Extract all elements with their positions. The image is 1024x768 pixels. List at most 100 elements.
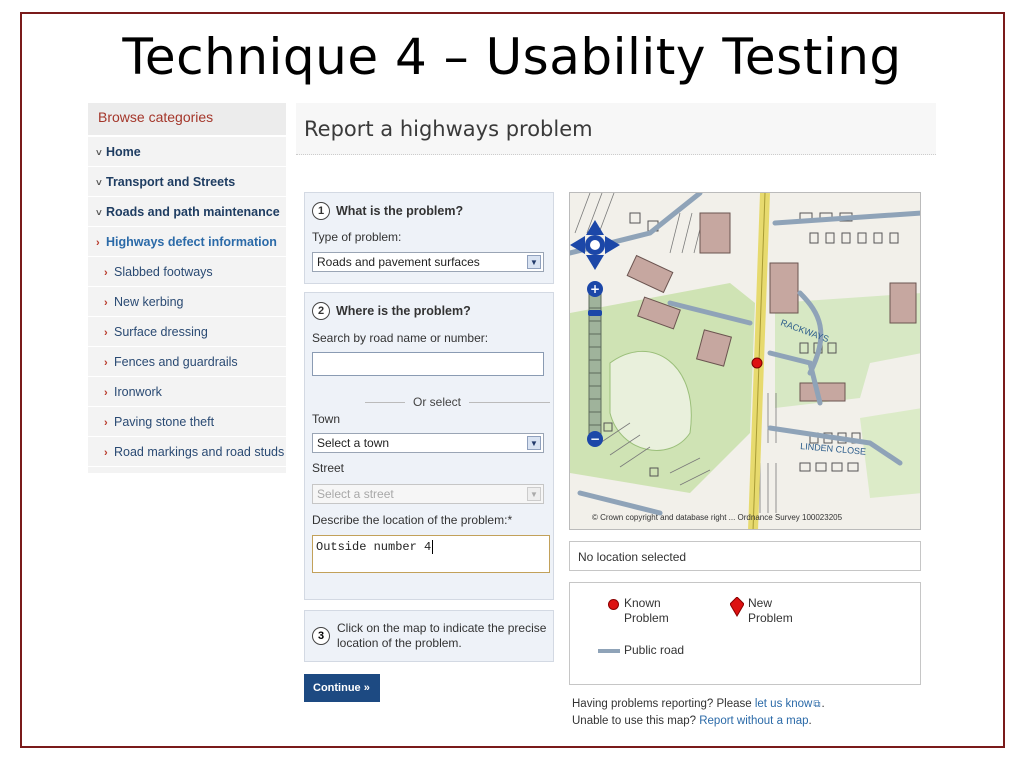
external-link-icon: ⧉ [813,699,821,710]
sidebar-item-label: Slabbed footways [114,265,213,279]
map-green-area [860,408,920,498]
sidebar-item-label: Home [106,145,141,159]
sidebar-item-highways-defect[interactable]: › Highways defect information [88,227,286,257]
sidebar-item-label: Ironwork [114,385,162,399]
street-select: Select a street ▼ [312,484,544,504]
chevron-right-icon: › [96,237,100,249]
sidebar-item-fences[interactable]: › Fences and guardrails [88,347,286,377]
help-text-span: Unable to use this map? [572,715,700,727]
help-text-span: . [821,698,825,710]
legend-public-road: Public road [624,643,685,657]
sidebar-item-label: Highways defect information [106,235,277,249]
continue-button[interactable]: Continue » [304,674,380,702]
svg-text:+: + [590,282,600,296]
or-select-divider: Or select [365,395,550,409]
step-3-panel: 3 Click on the map to indicate the preci… [304,610,554,662]
town-label: Town [312,412,341,426]
step-number-badge: 2 [312,302,330,320]
legend-label: Known [624,596,661,610]
help-text-span: Having problems reporting? Please [572,698,755,710]
help-text-span: . [808,715,812,727]
help-text: Having problems reporting? Please let us… [572,696,825,730]
problem-type-select[interactable]: Roads and pavement surfaces ▼ [312,252,544,272]
chevron-right-icon: › [104,417,108,429]
select-value: Roads and pavement surfaces [317,255,480,269]
known-problem-icon [608,599,619,610]
step-3-line-2: location of the problem. [337,636,462,650]
problem-type-label: Type of problem: [312,230,402,244]
road-search-input[interactable] [312,352,544,376]
or-select-text: Or select [405,395,470,409]
sidebar-item-label: Fences and guardrails [114,355,238,369]
chevron-right-icon: › [104,267,108,279]
textarea-value: Outside number 4 [316,540,432,554]
sidebar-item-roads[interactable]: ˅ Roads and path maintenance [88,197,286,227]
sidebar-item-transport[interactable]: ˅ Transport and Streets [88,167,286,197]
legend-label: Problem [748,611,793,625]
sidebar: Browse categories ˅ Home ˅ Transport and S… [88,103,286,473]
step-title-text: Where is the problem? [336,304,471,318]
describe-location-label: Describe the location of the problem:* [312,513,513,527]
sidebar-item-label: Paving stone theft [114,415,215,429]
map-location-status: No location selected [569,541,921,571]
slide-title: Technique 4 – Usability Testing [122,28,902,86]
legend-label: New [748,596,773,610]
map-copyright: © Crown copyright and database right ...… [592,513,843,522]
step-2-panel: 2 Where is the problem? Search by road n… [304,292,554,600]
sidebar-item-kerbing[interactable]: › New kerbing [88,287,286,317]
street-label: Street [312,461,345,475]
step-number-badge: 3 [312,627,330,645]
sidebar-heading: Browse categories [88,103,286,137]
map-legend: Known Problem New Problem Public road [569,582,921,685]
help-line-2: Unable to use this map? Report without a… [572,713,825,730]
map-zoom-control[interactable]: + − [587,281,603,447]
step-title-text: What is the problem? [336,204,464,218]
describe-location-textarea[interactable]: Outside number 4 [312,535,550,573]
sidebar-item-home[interactable]: ˅ Home [88,137,286,167]
sidebar-item-label: Road markings and road studs [114,445,285,459]
select-value: Select a town [317,436,390,450]
legend-known-problem: Known Problem [624,596,669,626]
legend-new-problem: New Problem [748,596,793,626]
sidebar-item-label: New kerbing [114,295,184,309]
step-2-title: 2 Where is the problem? [312,302,471,320]
chevron-right-icon: › [104,387,108,399]
let-us-know-link[interactable]: let us know [755,698,813,710]
sidebar-item-paving-theft[interactable]: › Paving stone theft [88,407,286,437]
step-number-badge: 1 [312,202,330,220]
select-value: Select a street [317,487,394,501]
town-select[interactable]: Select a town ▼ [312,433,544,453]
chevron-right-icon: › [104,357,108,369]
step-3-line-1: Click on the map to indicate the precise [337,621,547,635]
sidebar-item-label: Transport and Streets [106,175,236,189]
chevron-down-icon: ▼ [527,436,541,450]
chevron-down-icon: ▼ [527,487,541,501]
text-cursor [432,540,434,554]
sidebar-item-ironwork[interactable]: › Ironwork [88,377,286,407]
sidebar-item-road-markings[interactable]: › Road markings and road studs [88,437,286,467]
map-canvas[interactable]: RACKWAYS LINDEN CLOSE + − © Crown copyri… [570,193,921,530]
chevron-right-icon: › [104,297,108,309]
known-problem-marker[interactable] [751,357,763,369]
chevron-down-icon: ˅ [96,148,102,159]
chevron-down-icon: ▼ [527,255,541,269]
step-1-title: 1 What is the problem? [312,202,463,220]
report-without-map-link[interactable]: Report without a map [699,715,808,727]
sidebar-item-label: Roads and path maintenance [106,205,280,219]
help-line-1: Having problems reporting? Please let us… [572,696,825,713]
road-search-label: Search by road name or number: [312,331,489,345]
sidebar-item-surface[interactable]: › Surface dressing [88,317,286,347]
page-header: Report a highways problem [296,103,936,155]
svg-text:−: − [590,432,600,446]
sidebar-item-label: Surface dressing [114,325,208,339]
new-problem-icon [730,597,744,617]
map-view[interactable]: RACKWAYS LINDEN CLOSE + − © Crown copyri… [569,192,921,530]
page-title: Report a highways problem [304,117,593,141]
step-3-instructions: Click on the map to indicate the precise… [337,621,546,651]
chevron-right-icon: › [104,327,108,339]
chevron-right-icon: › [104,447,108,459]
public-road-icon [598,649,620,653]
chevron-down-icon: ˅ [96,208,102,219]
sidebar-item-slabbed[interactable]: › Slabbed footways [88,257,286,287]
chevron-down-icon: ˅ [96,178,102,189]
